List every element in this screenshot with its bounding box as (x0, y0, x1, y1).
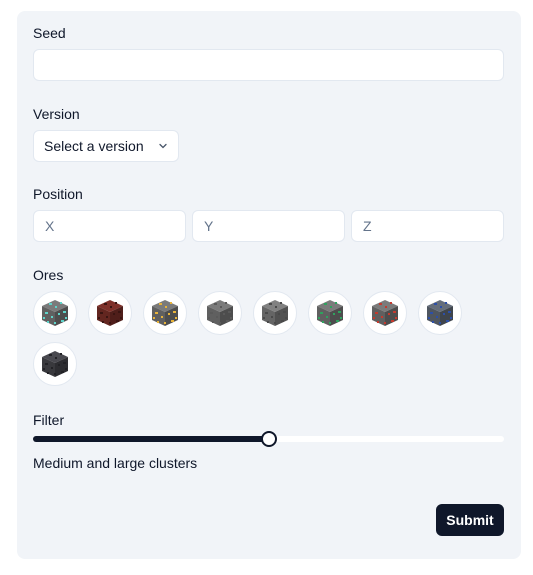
ore-finder-form: Seed Version Select a version Position O… (17, 11, 521, 559)
ore-option[interactable] (33, 291, 77, 335)
position-x-input[interactable] (33, 210, 186, 242)
ore-option[interactable] (308, 291, 352, 335)
ore-option[interactable] (253, 291, 297, 335)
ore-option[interactable] (33, 342, 77, 386)
filter-label: Filter (33, 412, 65, 428)
ores-label: Ores (33, 267, 64, 283)
position-label: Position (33, 186, 83, 202)
chevron-down-icon (158, 141, 168, 151)
ore-option[interactable] (418, 291, 462, 335)
filter-slider-fill (33, 436, 269, 442)
redstone-ore-icon (372, 300, 398, 326)
position-z-input[interactable] (351, 210, 504, 242)
emerald-ore-icon (317, 300, 343, 326)
ore-option[interactable] (363, 291, 407, 335)
deepslate-ore-icon (42, 351, 68, 377)
version-select[interactable]: Select a version (33, 130, 179, 162)
iron-ore-icon (207, 300, 233, 326)
version-label: Version (33, 106, 80, 122)
filter-slider-thumb[interactable] (261, 431, 277, 447)
submit-button[interactable]: Submit (436, 504, 504, 536)
coal-ore-icon (262, 300, 288, 326)
filter-description: Medium and large clusters (33, 455, 198, 471)
lapis-ore-icon (427, 300, 453, 326)
ore-option[interactable] (198, 291, 242, 335)
seed-input[interactable] (33, 49, 504, 81)
ore-option[interactable] (143, 291, 187, 335)
ore-option[interactable] (88, 291, 132, 335)
gold-ore-icon (152, 300, 178, 326)
position-y-input[interactable] (192, 210, 345, 242)
version-select-value: Select a version (44, 138, 144, 154)
seed-label: Seed (33, 25, 66, 41)
diamond-ore-icon (42, 300, 68, 326)
nether-quartz-ore-icon (97, 300, 123, 326)
filter-slider[interactable] (33, 431, 504, 447)
